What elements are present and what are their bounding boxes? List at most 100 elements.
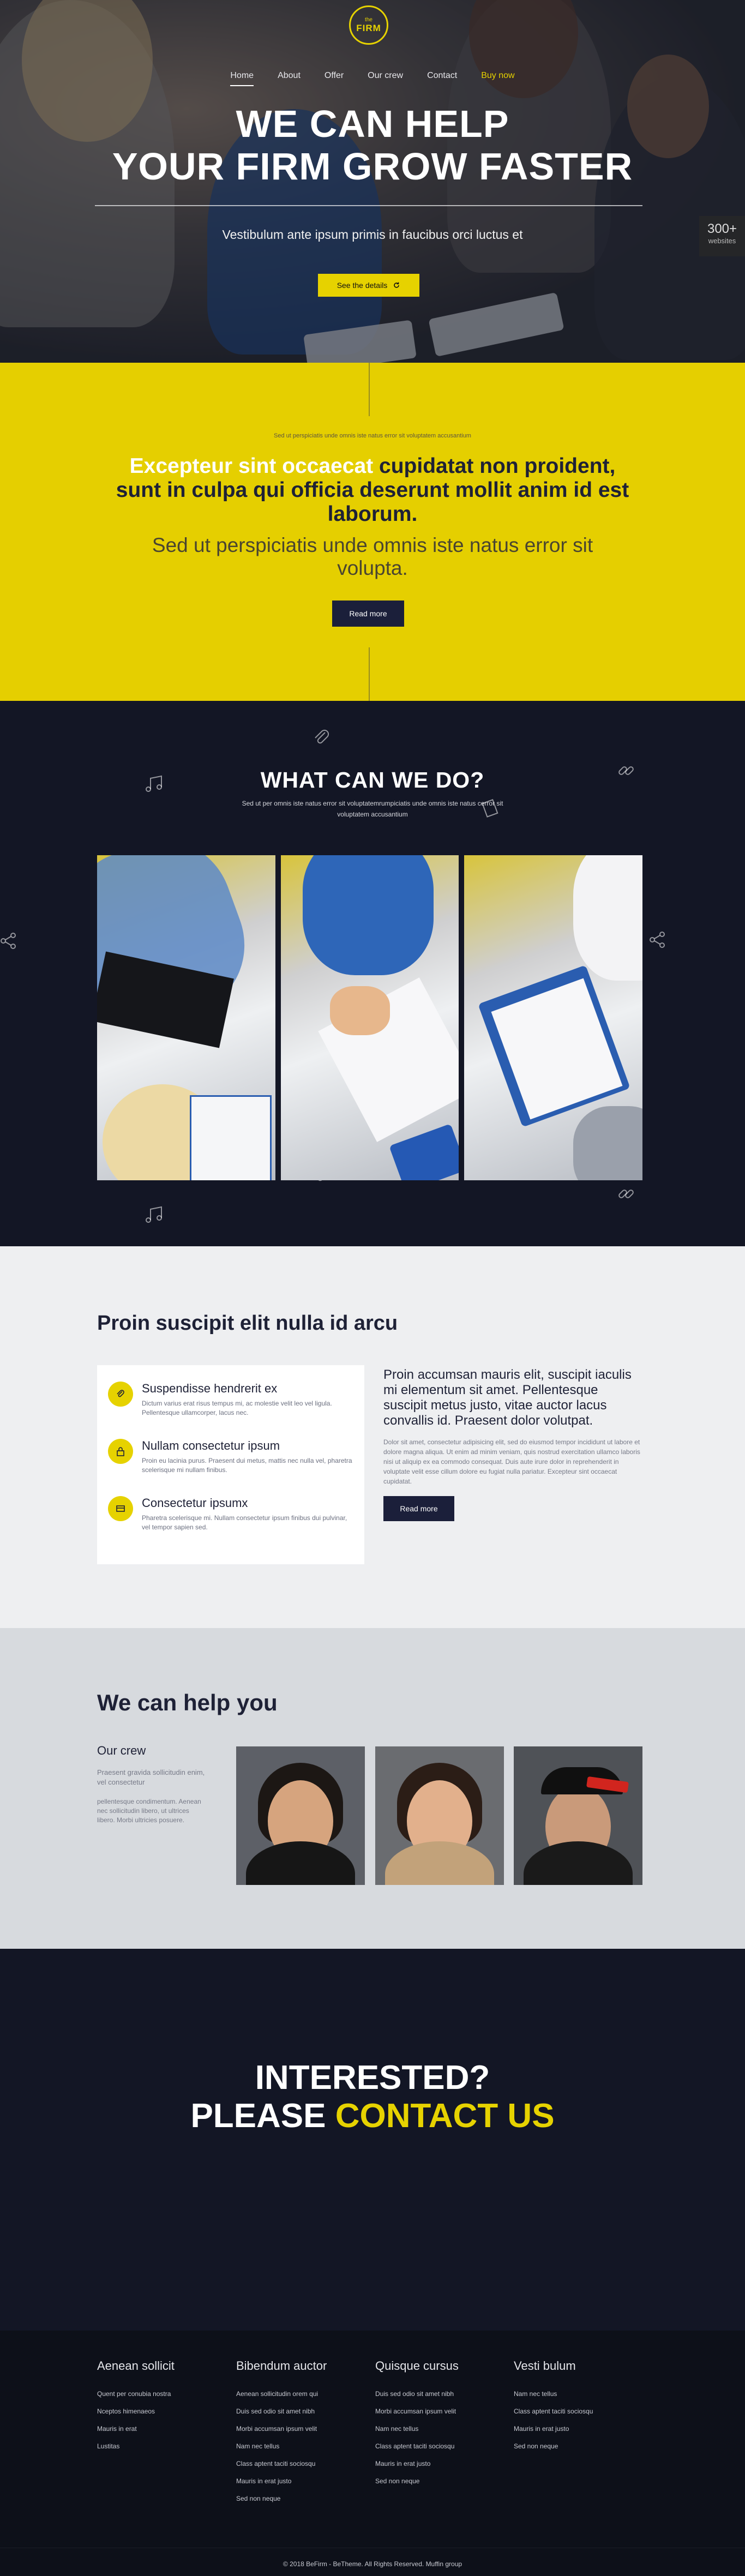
panel-shirt	[573, 855, 643, 981]
footer-column: Bibendum auctor Aenean sollicitudin orem…	[236, 2359, 367, 2507]
footer-link[interactable]: Duis sed odio sit amet nibh	[236, 2403, 367, 2420]
cta-contact-us-link[interactable]: CONTACT US	[335, 2097, 555, 2135]
service-panel-3[interactable]	[464, 855, 643, 1180]
crew-intro: Praesent gravida sollicitudin enim, vel …	[97, 1768, 205, 1786]
feature-item: Nullam consectetur ipsum Proin eu lacini…	[108, 1433, 364, 1491]
site-footer: Aenean sollicit Quent per conubia nostra…	[0, 2331, 745, 2576]
footer-column-title: Vesti bulum	[514, 2359, 576, 2373]
footer-link[interactable]: Mauris in erat	[97, 2420, 228, 2437]
footer-link-list: Duis sed odio sit amet nibh Morbi accums…	[375, 2385, 506, 2490]
footer-link[interactable]: Duis sed odio sit amet nibh	[375, 2385, 506, 2403]
websites-badge[interactable]: 300+ websites	[699, 216, 745, 256]
footer-link[interactable]: Class aptent taciti sociosqu	[236, 2455, 367, 2472]
copyright-text: © 2018 BeFirm - BeTheme. All Rights Rese…	[283, 2560, 424, 2568]
feature-desc: Pharetra scelerisque mi. Nullam consecte…	[142, 1514, 347, 1531]
panel-clipboard	[388, 1124, 459, 1180]
footer-link-list: Quent per conubia nostra Nceptos himenae…	[97, 2385, 228, 2455]
footer-link[interactable]: Nam nec tellus	[375, 2420, 506, 2437]
copyright-bar: © 2018 BeFirm - BeTheme. All Rights Rese…	[0, 2548, 745, 2576]
nav-buy-now[interactable]: Buy now	[481, 71, 514, 86]
nav-offer[interactable]: Offer	[325, 71, 344, 86]
panel-paper	[190, 1095, 272, 1180]
footer-link[interactable]: Lustitas	[97, 2437, 228, 2455]
services-description: Sed ut per omnis iste natus error sit vo…	[242, 800, 503, 818]
footer-link[interactable]: Aenean sollicitudin orem qui	[236, 2385, 367, 2403]
paperclip-icon	[311, 727, 333, 753]
badge-number: 300+	[707, 221, 737, 236]
hero-subtitle: Vestibulum ante ipsum primis in faucibus…	[222, 227, 523, 242]
features-read-more-button[interactable]: Read more	[383, 1496, 454, 1521]
services-image-panels	[97, 855, 643, 1180]
services-section: WHAT CAN WE DO? Sed ut per omnis iste na…	[0, 701, 745, 1246]
footer-link[interactable]: Nam nec tellus	[236, 2437, 367, 2455]
team-section: We can help you Our crew Praesent gravid…	[0, 1628, 745, 1949]
services-title: WHAT CAN WE DO?	[260, 767, 485, 792]
feature-title: Suspendisse hendrerit ex	[142, 1382, 278, 1395]
intro-body: Sed ut perspiciatis unde omnis iste natu…	[152, 534, 593, 579]
team-member-photo[interactable]	[375, 1746, 504, 1885]
footer-link[interactable]: Nam nec tellus	[514, 2385, 645, 2403]
team-member-photo[interactable]	[514, 1746, 642, 1885]
panel-shirt	[302, 855, 434, 975]
footer-link[interactable]: Class aptent taciti sociosqu	[514, 2403, 645, 2420]
footer-link-list: Aenean sollicitudin orem qui Duis sed od…	[236, 2385, 367, 2507]
nav-our-crew[interactable]: Our crew	[368, 71, 403, 86]
badge-label: websites	[708, 237, 736, 245]
hero-title-line-1: WE CAN HELP	[236, 103, 509, 145]
service-panel-1[interactable]	[97, 855, 275, 1180]
feature-title: Consectetur ipsumx	[142, 1496, 248, 1510]
footer-link[interactable]: Morbi accumsan ipsum velit	[375, 2403, 506, 2420]
footer-link[interactable]: Mauris in erat justo	[375, 2455, 506, 2472]
site-logo[interactable]: the FIRM	[349, 5, 388, 45]
footer-column-title: Aenean sollicit	[97, 2359, 175, 2373]
divider-line-bottom	[369, 647, 370, 701]
footer-column: Aenean sollicit Quent per conubia nostra…	[97, 2359, 228, 2455]
features-title: Proin suscipit elit nulla id arcu	[97, 1312, 398, 1335]
refresh-icon	[394, 282, 400, 288]
intro-heading: Excepteur sint occaecat cupidatat non pr…	[115, 454, 630, 526]
crew-title: Our crew	[97, 1744, 146, 1757]
credit-card-icon	[108, 1496, 133, 1521]
footer-link[interactable]: Class aptent taciti sociosqu	[375, 2437, 506, 2455]
hero-divider	[95, 205, 642, 206]
see-details-button[interactable]: See the details	[318, 274, 419, 297]
feature-desc: Dictum varius erat risus tempus mi, ac m…	[142, 1400, 332, 1416]
nav-contact[interactable]: Contact	[427, 71, 457, 86]
link-icon-2	[615, 1183, 637, 1209]
features-body: Dolor sit amet, consectetur adipisicing …	[383, 1438, 640, 1485]
feature-desc: Proin eu lacinia purus. Praesent dui met…	[142, 1457, 352, 1474]
intro-read-more-button[interactable]: Read more	[332, 601, 404, 627]
hero-section: the FIRM Home About Offer Our crew Conta…	[0, 0, 745, 363]
crew-text: Our crew Praesent gravida sollicitudin e…	[97, 1744, 206, 1825]
features-text-column: Proin accumsan mauris elit, suscipit iac…	[383, 1367, 642, 1521]
feature-title: Nullam consectetur ipsum	[142, 1439, 280, 1452]
features-lead: Proin accumsan mauris elit, suscipit iac…	[383, 1367, 632, 1428]
feature-item: Suspendisse hendrerit ex Dictum varius e…	[108, 1376, 364, 1433]
footer-link[interactable]: Mauris in erat justo	[236, 2472, 367, 2490]
cta-line-1: INTERESTED?	[255, 2059, 490, 2097]
crew-description: pellentesque condimentum. Aenean nec sol…	[97, 1798, 201, 1824]
share-icon-right	[647, 929, 669, 954]
footer-column-title: Quisque cursus	[375, 2359, 459, 2373]
lock-icon	[108, 1439, 133, 1464]
footer-link[interactable]: Quent per conubia nostra	[97, 2385, 228, 2403]
footer-link[interactable]: Nceptos himenaeos	[97, 2403, 228, 2420]
service-panel-2[interactable]	[280, 855, 459, 1180]
footer-link[interactable]: Morbi accumsan ipsum velit	[236, 2420, 367, 2437]
nav-home[interactable]: Home	[230, 71, 254, 86]
cta-section: INTERESTED? PLEASE CONTACT US	[0, 1949, 745, 2331]
footer-link[interactable]: Sed non neque	[514, 2437, 645, 2455]
footer-column: Vesti bulum Nam nec tellus Class aptent …	[514, 2359, 645, 2455]
footer-column: Quisque cursus Duis sed odio sit amet ni…	[375, 2359, 506, 2490]
team-member-photo[interactable]	[236, 1746, 365, 1885]
features-card: Suspendisse hendrerit ex Dictum varius e…	[97, 1365, 364, 1564]
footer-link[interactable]: Mauris in erat justo	[514, 2420, 645, 2437]
footer-link[interactable]: Sed non neque	[236, 2490, 367, 2507]
feature-item: Consectetur ipsumx Pharetra scelerisque …	[108, 1491, 364, 1548]
credit-link[interactable]: Muffin group	[426, 2560, 462, 2568]
music-note-icon-2	[143, 1203, 167, 1230]
intro-section: Sed ut perspiciatis unde omnis iste natu…	[0, 363, 745, 701]
nav-about[interactable]: About	[278, 71, 301, 86]
divider-line-top	[369, 363, 370, 416]
footer-link[interactable]: Sed non neque	[375, 2472, 506, 2490]
